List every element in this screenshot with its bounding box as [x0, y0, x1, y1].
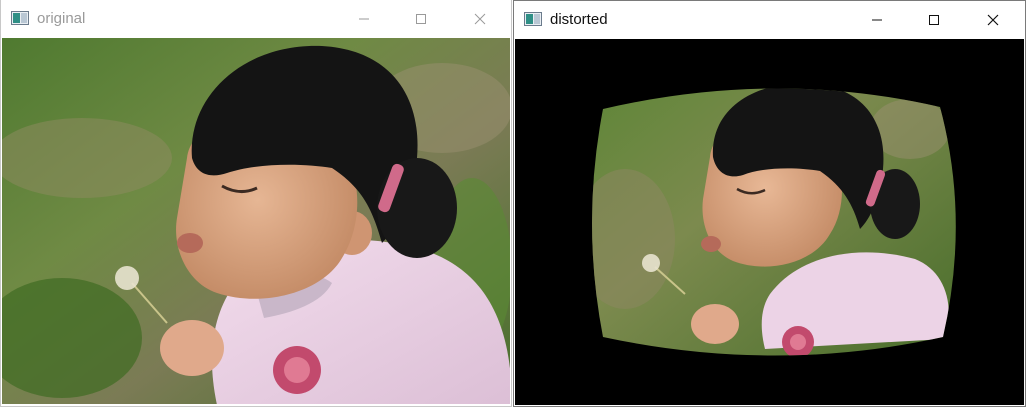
minimize-button[interactable]	[341, 0, 387, 38]
maximize-button[interactable]	[398, 0, 444, 38]
maximize-icon	[929, 15, 939, 25]
title-bar[interactable]: original	[1, 0, 511, 38]
minimize-icon	[359, 18, 369, 20]
minimize-icon	[872, 19, 882, 21]
close-button[interactable]	[457, 0, 503, 38]
title-bar[interactable]: distorted	[514, 1, 1025, 39]
window-title: distorted	[550, 11, 608, 28]
photo-child-blowing-dandelion	[2, 38, 510, 404]
photo-barrel-distorted	[515, 39, 1024, 405]
minimize-button[interactable]	[854, 1, 900, 39]
maximize-button[interactable]	[911, 1, 957, 39]
window-title: original	[37, 10, 86, 27]
window-distorted: distorted	[513, 0, 1026, 407]
maximize-icon	[416, 14, 426, 24]
image-window-icon	[11, 11, 29, 25]
close-icon	[987, 14, 999, 26]
image-view-distorted	[515, 39, 1024, 405]
image-window-icon	[524, 12, 542, 26]
close-icon	[474, 13, 486, 25]
image-view-original	[2, 38, 510, 404]
window-original: original	[0, 0, 512, 407]
close-button[interactable]	[970, 1, 1016, 39]
